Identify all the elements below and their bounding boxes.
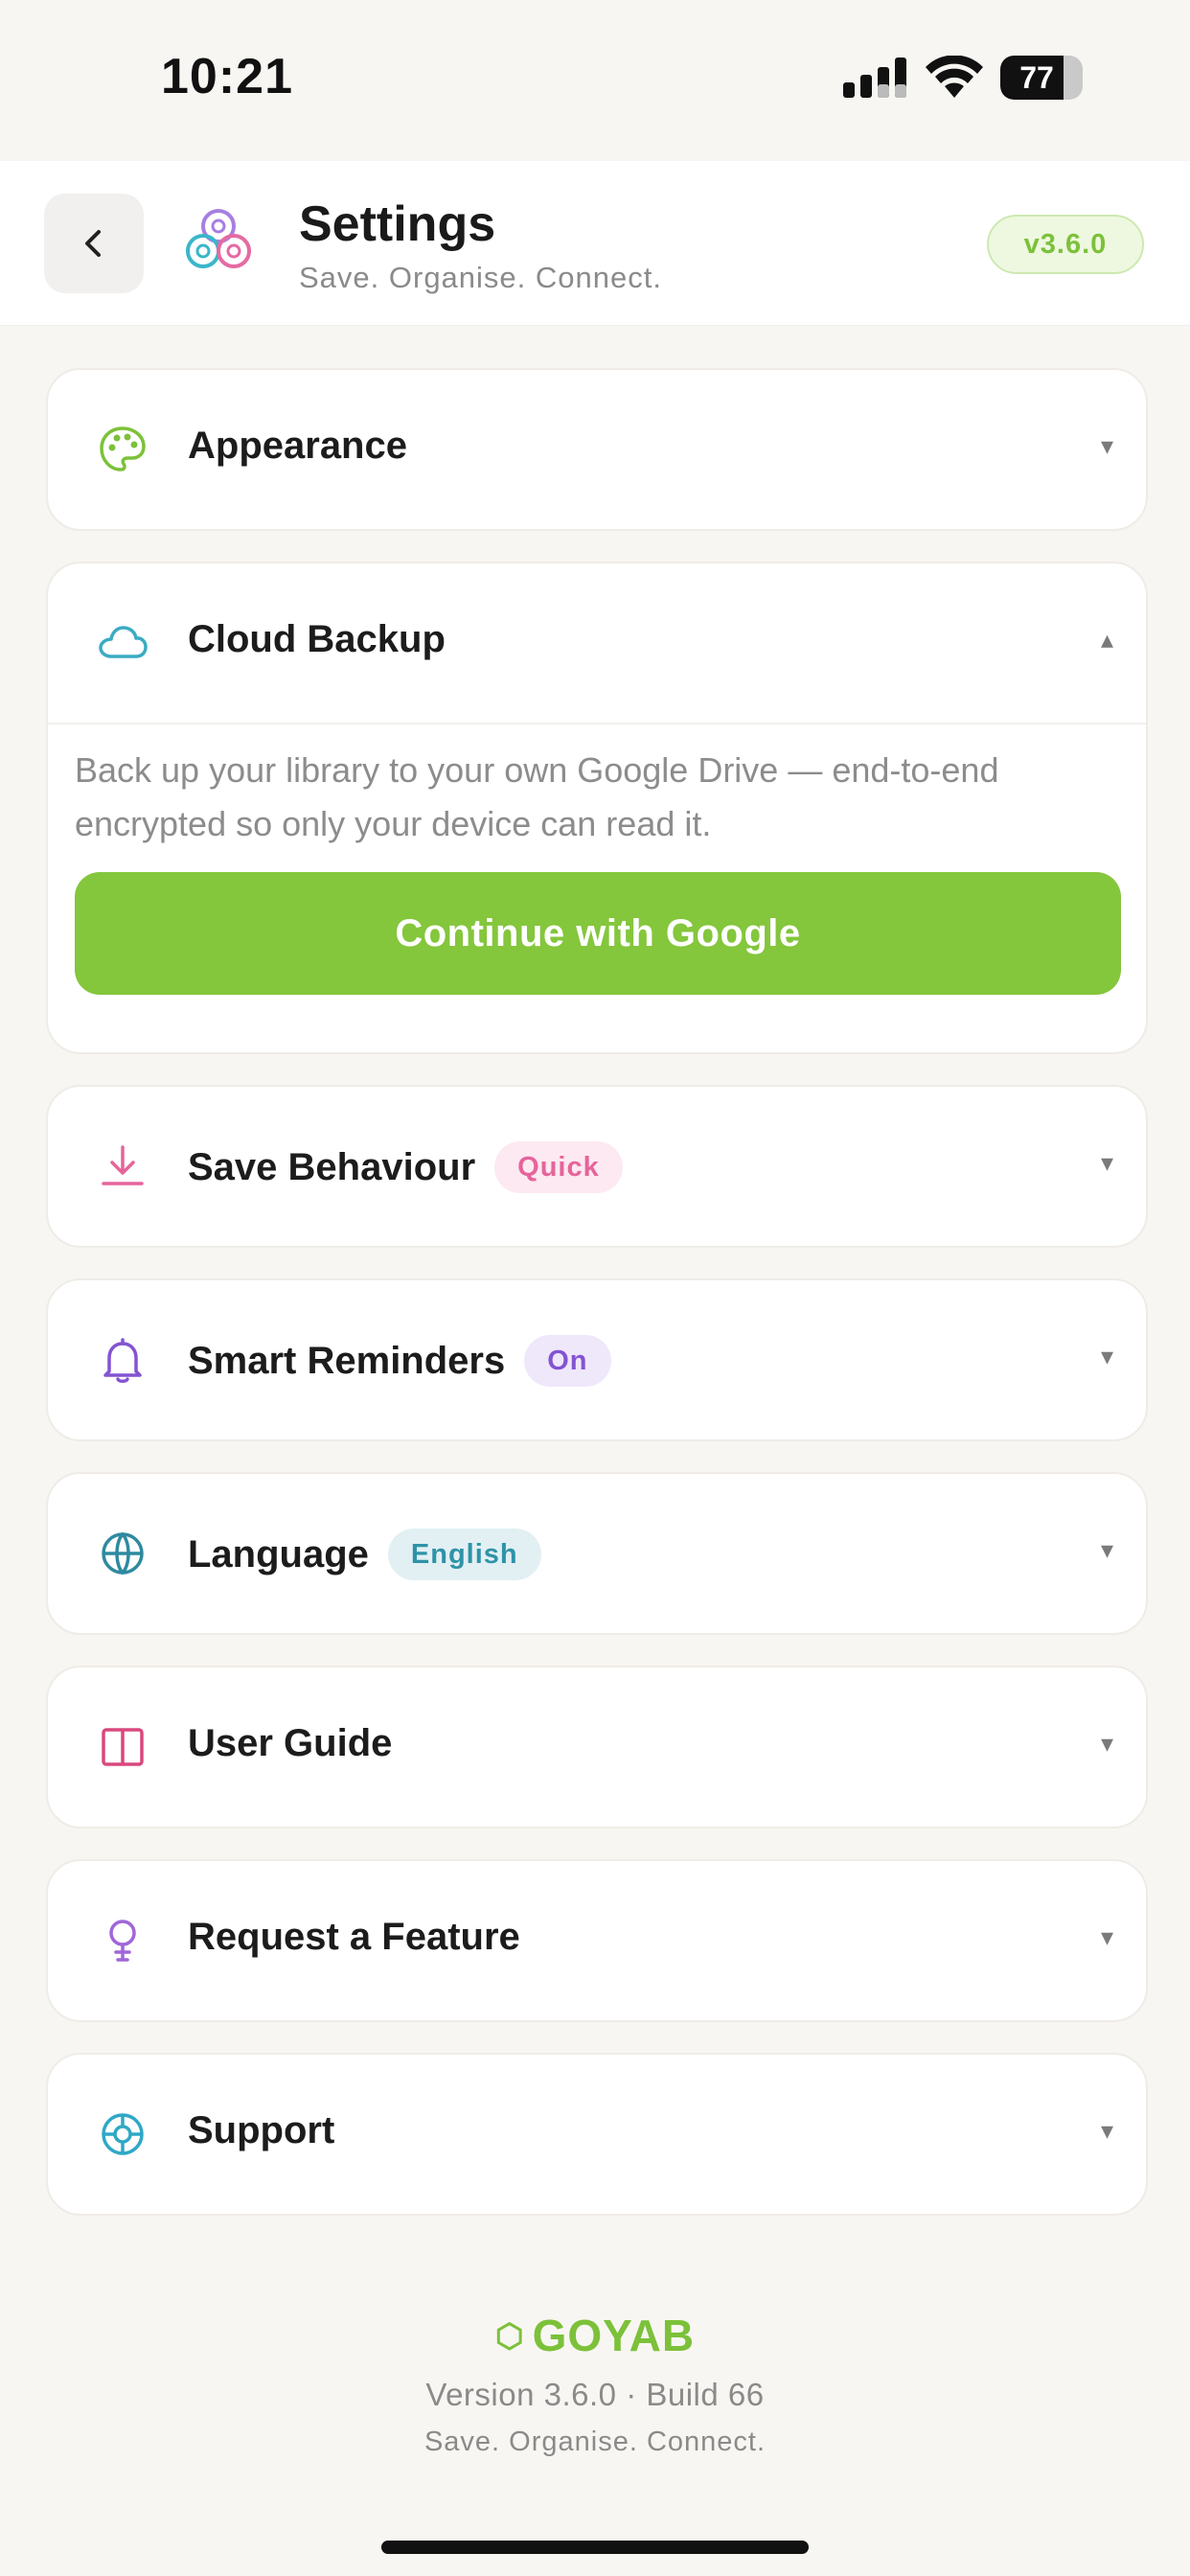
- section-language-title: Language: [188, 1533, 369, 1576]
- section-language[interactable]: Language English ▾: [46, 1472, 1148, 1635]
- footer-brand: ⬡ GOYAB: [0, 2310, 1190, 2361]
- section-smart-reminders-title: Smart Reminders: [188, 1340, 506, 1382]
- section-language-header[interactable]: Language English ▾: [48, 1474, 1146, 1633]
- section-smart-reminders-label: Smart Reminders On: [188, 1335, 611, 1387]
- section-save-behaviour-title: Save Behaviour: [188, 1146, 476, 1188]
- footer-tagline: Save. Organise. Connect.: [423, 2426, 767, 2457]
- save-behaviour-badge: Quick: [494, 1141, 623, 1193]
- battery-icon: 77: [1000, 56, 1083, 100]
- home-indicator[interactable]: [381, 2541, 809, 2554]
- section-user-guide-header[interactable]: User Guide ▾: [48, 1668, 1146, 1827]
- wifi-icon: [926, 56, 983, 98]
- page-title: Settings: [299, 196, 496, 252]
- chevron-down-icon: ▾: [1100, 2116, 1113, 2145]
- battery-nub: [1075, 69, 1083, 86]
- section-support-label: Support: [188, 2109, 335, 2151]
- continue-with-google-button[interactable]: Continue with Google: [75, 872, 1121, 995]
- chevron-down-icon: ▾: [1100, 1148, 1113, 1177]
- section-smart-reminders[interactable]: Smart Reminders On ▾: [46, 1278, 1148, 1441]
- section-save-behaviour[interactable]: Save Behaviour Quick ▾: [46, 1085, 1148, 1248]
- section-support-header[interactable]: Support ▾: [48, 2055, 1146, 2214]
- section-appearance-label: Appearance: [188, 425, 407, 467]
- lifebuoy-icon: [102, 2113, 144, 2155]
- globe-icon: [102, 1531, 144, 1576]
- section-divider: [48, 723, 1146, 724]
- section-cloud-backup-header[interactable]: Cloud Backup ▴: [48, 564, 1146, 723]
- footer-version: Version 3.6.0 · Build 66: [425, 2377, 765, 2412]
- section-user-guide-label: User Guide: [188, 1722, 393, 1764]
- section-support[interactable]: Support ▾: [46, 2053, 1148, 2216]
- section-appearance[interactable]: Appearance ▾: [46, 368, 1148, 531]
- section-save-behaviour-label: Save Behaviour Quick: [188, 1141, 623, 1193]
- chevron-left-icon: [85, 230, 101, 257]
- palette-icon: [100, 426, 146, 472]
- bell-icon: [103, 1338, 142, 1383]
- chevron-down-icon: ▾: [1100, 431, 1113, 460]
- chevron-down-icon: ▾: [1100, 1535, 1113, 1564]
- app-logo-icon: [186, 209, 251, 268]
- cloud-backup-description: Back up your library to your own Google …: [75, 750, 999, 843]
- page-subtitle: Save. Organise. Connect.: [299, 261, 662, 294]
- footer-brand-name: GOYAB: [532, 2311, 696, 2360]
- cellular-signal-icon: [843, 58, 906, 98]
- book-icon: [102, 1728, 144, 1766]
- hexagon-icon: ⬡: [494, 2318, 525, 2355]
- download-icon: [102, 1145, 144, 1185]
- back-button[interactable]: [44, 194, 144, 293]
- section-request-feature-header[interactable]: Request a Feature ▾: [48, 1861, 1146, 2020]
- section-appearance-header[interactable]: Appearance ▾: [48, 370, 1146, 529]
- cloud-icon: [99, 626, 148, 658]
- app-header: Settings Save. Organise. Connect. v3.6.0: [0, 161, 1190, 326]
- section-save-behaviour-header[interactable]: Save Behaviour Quick ▾: [48, 1087, 1146, 1246]
- section-smart-reminders-header[interactable]: Smart Reminders On ▾: [48, 1280, 1146, 1439]
- chevron-up-icon: ▴: [1100, 625, 1113, 654]
- chevron-down-icon: ▾: [1100, 1922, 1113, 1951]
- version-badge: v3.6.0: [987, 215, 1144, 274]
- section-user-guide[interactable]: User Guide ▾: [46, 1666, 1148, 1828]
- section-request-feature[interactable]: Request a Feature ▾: [46, 1859, 1148, 2022]
- lightbulb-icon: [109, 1920, 136, 1962]
- status-bar: 10:21 77: [0, 0, 1190, 161]
- language-badge: English: [387, 1529, 541, 1580]
- section-request-feature-label: Request a Feature: [188, 1916, 520, 1958]
- status-time: 10:21: [161, 49, 293, 104]
- chevron-down-icon: ▾: [1100, 1342, 1113, 1370]
- smart-reminders-badge: On: [524, 1335, 611, 1387]
- section-language-label: Language English: [188, 1529, 541, 1580]
- section-cloud-backup-label: Cloud Backup: [188, 618, 446, 660]
- section-cloud-backup: Cloud Backup ▴ Back up your library to y…: [46, 562, 1148, 1054]
- chevron-down-icon: ▾: [1100, 1729, 1113, 1758]
- battery-percent: 77: [1019, 60, 1054, 95]
